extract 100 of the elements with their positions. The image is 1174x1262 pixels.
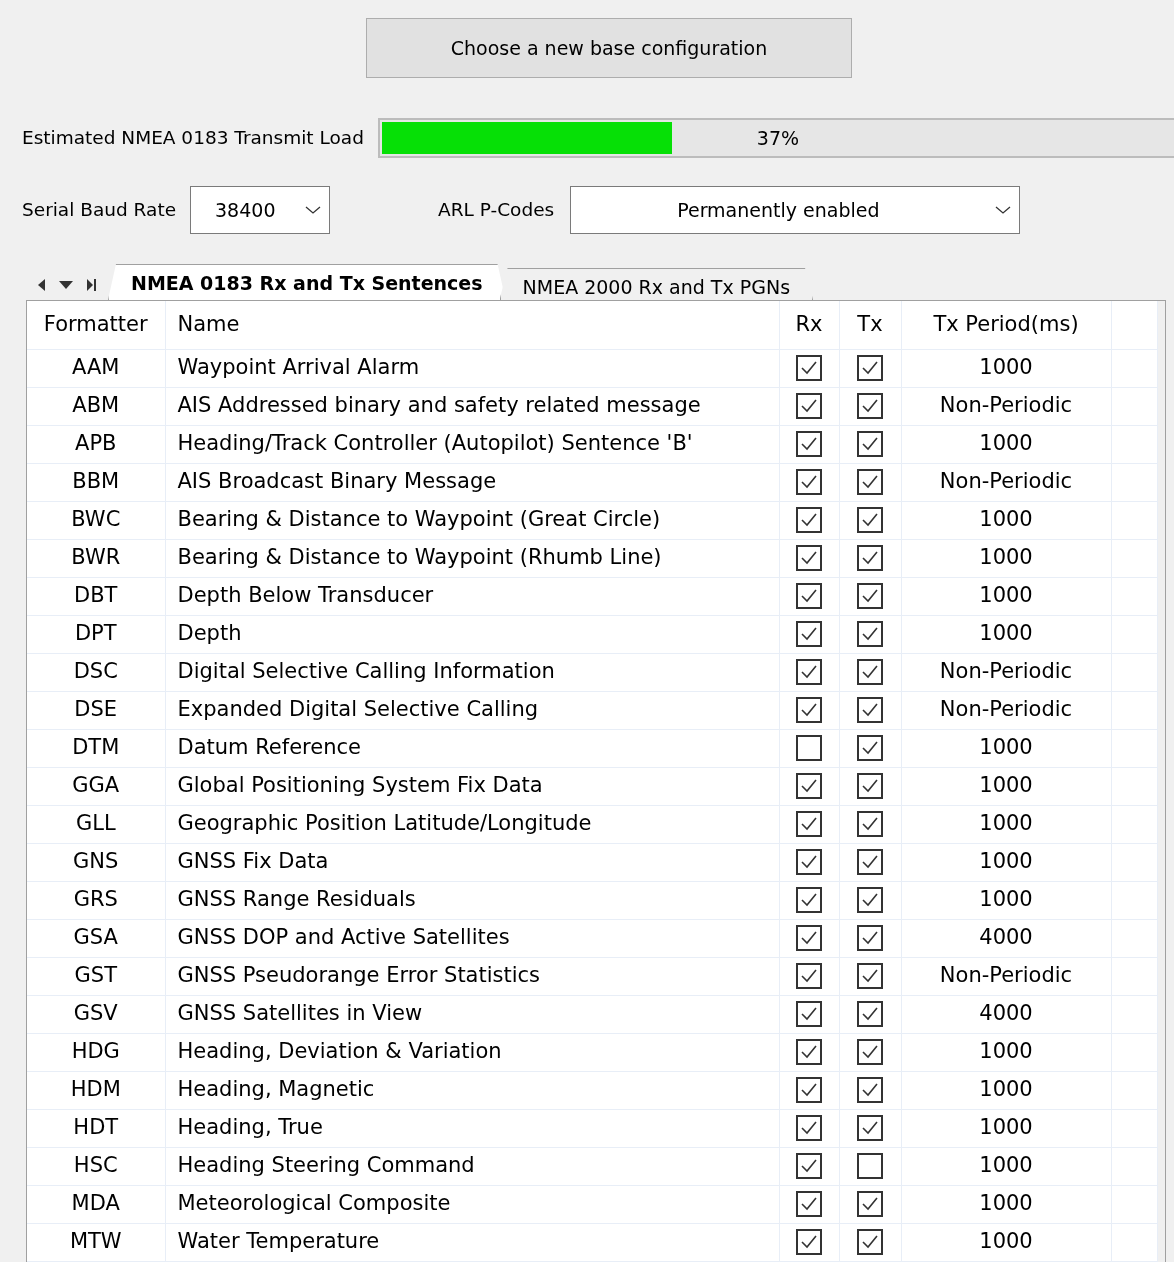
checkbox[interactable] — [857, 963, 883, 989]
chevron-down-icon — [305, 205, 322, 215]
table-cell: 1000 — [901, 1147, 1111, 1185]
table-cell: 1000 — [901, 501, 1111, 539]
checkbox[interactable] — [857, 621, 883, 647]
checkbox[interactable] — [857, 735, 883, 761]
checkbox[interactable] — [796, 963, 822, 989]
column-header[interactable]: Rx — [779, 301, 839, 349]
checkbox[interactable] — [796, 697, 822, 723]
table-cell: BWC — [27, 501, 165, 539]
baud-rate-dropdown[interactable]: 38400 — [190, 186, 331, 234]
table-cell: Geographic Position Latitude/Longitude — [165, 805, 779, 843]
table-cell: DSE — [27, 691, 165, 729]
checkbox[interactable] — [857, 1115, 883, 1141]
column-header[interactable]: Formatter — [27, 301, 165, 349]
checkbox[interactable] — [857, 545, 883, 571]
table-cell: 1000 — [901, 805, 1111, 843]
table-cell: Heading/Track Controller (Autopilot) Sentence 'B' — [165, 425, 779, 463]
column-header[interactable]: Tx — [839, 301, 901, 349]
p-codes-label: ARL P-Codes — [438, 198, 555, 223]
transmit-load-label: Estimated NMEA 0183 Transmit Load — [22, 126, 364, 151]
table-cell: BWR — [27, 539, 165, 577]
checkbox[interactable] — [857, 393, 883, 419]
table-cell: Datum Reference — [165, 729, 779, 767]
checkbox[interactable] — [796, 773, 822, 799]
checkbox[interactable] — [796, 735, 822, 761]
checkbox[interactable] — [857, 925, 883, 951]
baud-rate-label: Serial Baud Rate — [22, 198, 177, 223]
checkbox[interactable] — [796, 1153, 822, 1179]
checkbox[interactable] — [796, 393, 822, 419]
table-cell: GNSS Satellites in View — [165, 995, 779, 1033]
table-cell: 1000 — [901, 577, 1111, 615]
checkbox[interactable] — [857, 1229, 883, 1255]
checkbox[interactable] — [796, 849, 822, 875]
checkbox[interactable] — [857, 1039, 883, 1065]
table-cell: GNSS DOP and Active Satellites — [165, 919, 779, 957]
table-cell: 1000 — [901, 1033, 1111, 1071]
tab[interactable]: NMEA 2000 Rx and Tx PGNs — [499, 268, 814, 300]
checkbox[interactable] — [857, 469, 883, 495]
table-cell: Digital Selective Calling Information — [165, 653, 779, 691]
checkbox[interactable] — [796, 507, 822, 533]
column-header[interactable]: Tx Period(ms) — [901, 301, 1111, 349]
checkbox[interactable] — [796, 1115, 822, 1141]
table-cell: Depth Below Transducer — [165, 577, 779, 615]
table-cell: BBM — [27, 463, 165, 501]
table-cell: 1000 — [901, 1223, 1111, 1261]
table-cell: ABM — [27, 387, 165, 425]
table-cell: GNSS Range Residuals — [165, 881, 779, 919]
table-cell: DBT — [27, 577, 165, 615]
checkbox[interactable] — [796, 887, 822, 913]
table-cell: DTM — [27, 729, 165, 767]
table-cell: 1000 — [901, 615, 1111, 653]
checkbox[interactable] — [796, 1001, 822, 1027]
checkbox[interactable] — [857, 1001, 883, 1027]
table-cell: Heading, Magnetic — [165, 1071, 779, 1109]
table-cell: 1000 — [901, 729, 1111, 767]
table-cell: Non-Periodic — [901, 387, 1111, 425]
table-cell: DSC — [27, 653, 165, 691]
checkbox[interactable] — [857, 697, 883, 723]
checkbox[interactable] — [857, 659, 883, 685]
checkbox[interactable] — [857, 811, 883, 837]
checkbox[interactable] — [796, 355, 822, 381]
table-cell: Heading, True — [165, 1109, 779, 1147]
table-cell: 4000 — [901, 995, 1111, 1033]
checkbox[interactable] — [857, 1077, 883, 1103]
table-cell: Meteorological Composite — [165, 1185, 779, 1223]
column-header[interactable]: Name — [165, 301, 779, 349]
checkbox[interactable] — [857, 507, 883, 533]
checkbox[interactable] — [796, 1229, 822, 1255]
checkbox[interactable] — [796, 1077, 822, 1103]
checkbox[interactable] — [857, 583, 883, 609]
scroll-left-icon[interactable] — [36, 278, 46, 292]
table-cell: MDA — [27, 1185, 165, 1223]
checkbox[interactable] — [857, 1153, 883, 1179]
table-cell: HDM — [27, 1071, 165, 1109]
checkbox[interactable] — [796, 1039, 822, 1065]
checkbox[interactable] — [857, 1191, 883, 1217]
base-configuration-button[interactable]: Choose a new base configuration — [366, 18, 852, 78]
checkbox[interactable] — [796, 469, 822, 495]
checkbox[interactable] — [857, 355, 883, 381]
checkbox[interactable] — [796, 659, 822, 685]
checkbox[interactable] — [857, 849, 883, 875]
checkbox[interactable] — [796, 583, 822, 609]
p-codes-dropdown[interactable]: Permanently enabled — [570, 186, 1021, 234]
checkbox[interactable] — [857, 431, 883, 457]
scroll-end-icon[interactable] — [86, 278, 98, 292]
checkbox[interactable] — [796, 621, 822, 647]
checkbox[interactable] — [796, 811, 822, 837]
table-cell: Water Temperature — [165, 1223, 779, 1261]
table-cell: MTW — [27, 1223, 165, 1261]
checkbox[interactable] — [796, 545, 822, 571]
checkbox[interactable] — [857, 887, 883, 913]
table-cell: HSC — [27, 1147, 165, 1185]
table-cell: APB — [27, 425, 165, 463]
checkbox[interactable] — [796, 1191, 822, 1217]
table-cell: GSA — [27, 919, 165, 957]
dropdown-icon[interactable] — [58, 280, 74, 290]
checkbox[interactable] — [857, 773, 883, 799]
checkbox[interactable] — [796, 431, 822, 457]
checkbox[interactable] — [796, 925, 822, 951]
